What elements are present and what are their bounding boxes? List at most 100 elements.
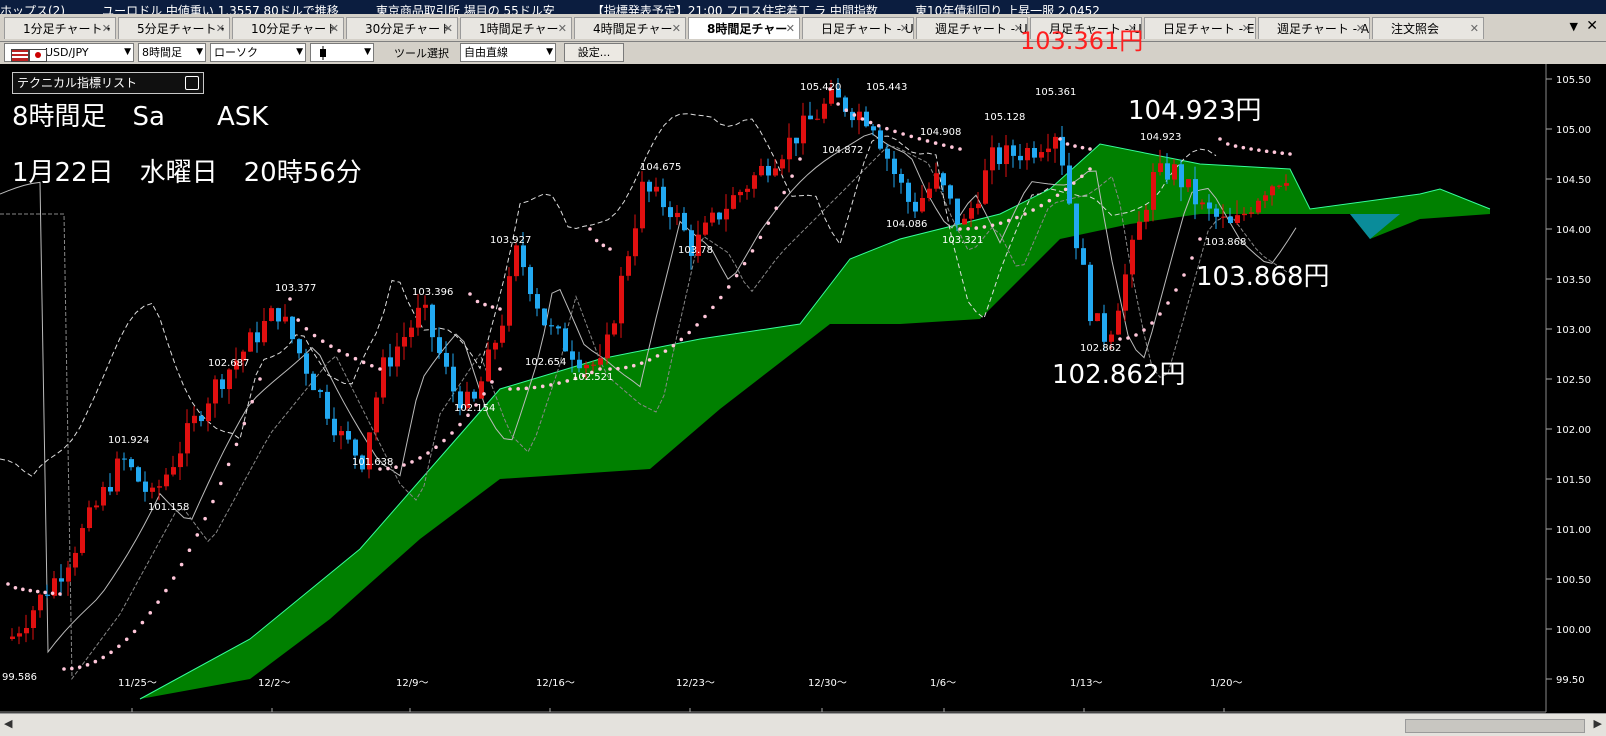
sar-dot bbox=[320, 339, 325, 344]
close-icon[interactable]: ✕ bbox=[216, 18, 225, 39]
candle-body bbox=[402, 337, 407, 347]
sar-dot bbox=[1241, 145, 1246, 150]
tab-8hour[interactable]: 8時間足チャー ✕ bbox=[688, 17, 800, 39]
tab-weekly-u[interactable]: 週足チャート - U ✕ bbox=[916, 17, 1028, 39]
candle-style-select[interactable]: ▼ bbox=[310, 43, 374, 62]
price-label: 101.924 bbox=[108, 435, 149, 446]
sar-dot bbox=[719, 295, 723, 300]
candle-body bbox=[1109, 334, 1114, 342]
candle-body bbox=[1018, 155, 1023, 161]
settings-button[interactable]: 設定... bbox=[564, 43, 624, 62]
ticker-item: ユーロドル 中値重い 1.3557 80ドルで推移 bbox=[102, 4, 339, 14]
close-icon[interactable]: ✕ bbox=[900, 18, 909, 39]
candle-body bbox=[206, 403, 211, 422]
sar-dot bbox=[1088, 147, 1092, 151]
sar-dot bbox=[933, 141, 938, 145]
price-label: 104.872 bbox=[822, 145, 863, 156]
candle-body bbox=[969, 208, 974, 219]
scroll-left-icon[interactable]: ◀ bbox=[4, 717, 12, 730]
close-icon[interactable]: ✕ bbox=[102, 18, 111, 39]
sar-dot bbox=[990, 223, 995, 228]
close-icon[interactable]: ✕ bbox=[1356, 18, 1365, 39]
sar-dot bbox=[925, 139, 930, 143]
sar-dot bbox=[909, 134, 914, 139]
candle-body bbox=[654, 186, 659, 192]
tab-1hour[interactable]: 1時間足チャー ✕ bbox=[460, 17, 572, 39]
ichimoku-cloud bbox=[139, 143, 1491, 700]
tab-10min[interactable]: 10分足チャート ✕ bbox=[232, 17, 344, 39]
tab-1min[interactable]: 1分足チャート・ ✕ bbox=[4, 17, 116, 39]
sar-dot bbox=[1039, 203, 1044, 208]
sar-dot bbox=[109, 650, 113, 655]
close-icon[interactable]: ✕ bbox=[330, 18, 339, 39]
close-window-icon[interactable]: ✕ bbox=[1586, 18, 1598, 34]
sar-dot bbox=[101, 655, 105, 660]
candle-body bbox=[108, 487, 113, 492]
chevron-down-icon: ▼ bbox=[124, 47, 131, 57]
chart-toolbar: USD/JPY ▼ 8時間足 ▼ ローソク ▼ ▼ ツール選択 自由直線 ▼ 設定..… bbox=[0, 42, 1606, 64]
currency-pair-select[interactable]: USD/JPY ▼ bbox=[4, 43, 134, 62]
sar-dot bbox=[132, 629, 137, 634]
chart-tabbar: 1分足チャート・ ✕ 5分足チャート・ ✕ 10分足チャート ✕ 30分足チャート ✕ … bbox=[0, 14, 1606, 42]
jp-flag-icon bbox=[29, 49, 47, 62]
sar-dot bbox=[164, 588, 168, 593]
sar-dot bbox=[288, 297, 292, 301]
close-icon[interactable]: ✕ bbox=[444, 18, 453, 39]
scroll-thumb[interactable] bbox=[1405, 719, 1585, 733]
sar-dot bbox=[1080, 174, 1084, 179]
candle-body bbox=[528, 267, 533, 295]
sar-dot bbox=[1174, 288, 1178, 292]
tab-5min[interactable]: 5分足チャート・ ✕ bbox=[118, 17, 230, 39]
sar-dot bbox=[490, 305, 495, 309]
tab-daily-u[interactable]: 日足チャート - U ✕ bbox=[802, 17, 914, 39]
sar-dot bbox=[532, 385, 537, 390]
candle-body bbox=[171, 467, 176, 475]
sar-dot bbox=[1190, 256, 1194, 260]
sar-dot bbox=[982, 225, 987, 229]
close-icon[interactable]: ✕ bbox=[558, 18, 567, 39]
x-tick-label: 12/2〜 bbox=[258, 678, 290, 689]
sar-dot bbox=[598, 367, 602, 371]
sar-dot bbox=[1272, 150, 1277, 155]
timeframe-select[interactable]: 8時間足 ▼ bbox=[138, 43, 206, 62]
scroll-right-icon[interactable]: ▶ bbox=[1594, 717, 1602, 730]
candle-body bbox=[885, 148, 890, 159]
price-label: 102.687 bbox=[208, 358, 249, 369]
sar-dot bbox=[695, 323, 699, 327]
tab-30min[interactable]: 30分足チャート ✕ bbox=[346, 17, 458, 39]
close-icon[interactable]: ✕ bbox=[672, 18, 681, 39]
sar-dot bbox=[540, 384, 545, 389]
candle-body bbox=[1200, 202, 1205, 205]
sar-dot bbox=[941, 143, 946, 147]
tab-4hour[interactable]: 4時間足チャー ✕ bbox=[574, 17, 686, 39]
candle-body bbox=[766, 165, 771, 176]
panel-toggle-icon[interactable] bbox=[185, 76, 199, 90]
tab-weekly-a[interactable]: 週足チャート - A ✕ bbox=[1258, 17, 1370, 39]
candle-body bbox=[962, 218, 967, 225]
candle-body bbox=[1151, 172, 1156, 210]
candle-body bbox=[703, 222, 708, 235]
sar-dot bbox=[1088, 167, 1092, 171]
sar-dot bbox=[631, 363, 636, 368]
drawing-tool-select[interactable]: 自由直線 ▼ bbox=[460, 43, 556, 62]
indicator-list-panel[interactable]: テクニカル指標リスト bbox=[12, 72, 204, 94]
sar-dot bbox=[43, 590, 47, 595]
chart-type-select[interactable]: ローソク ▼ bbox=[210, 43, 306, 62]
sar-dot bbox=[1280, 151, 1285, 155]
chart-scrollbar[interactable]: ◀ ▶ bbox=[0, 713, 1606, 736]
candle-body bbox=[73, 552, 78, 568]
sar-dot bbox=[508, 387, 512, 391]
close-icon[interactable]: ✕ bbox=[786, 18, 795, 39]
sar-dot bbox=[1126, 336, 1130, 340]
sar-dot bbox=[329, 344, 333, 348]
close-icon[interactable]: ✕ bbox=[1242, 18, 1251, 39]
candle-body bbox=[626, 256, 631, 276]
price-label: 104.086 bbox=[886, 219, 927, 230]
y-tick-label: 100.50 bbox=[1556, 575, 1591, 586]
sar-dot bbox=[498, 307, 502, 311]
tab-menu-arrow-icon[interactable]: ▼ bbox=[1570, 20, 1578, 33]
tab-order-inquiry[interactable]: 注文照会 ✕ bbox=[1372, 17, 1484, 39]
sar-dot bbox=[203, 516, 207, 521]
close-icon[interactable]: ✕ bbox=[1470, 18, 1479, 39]
tab-daily-e[interactable]: 日足チャート - E ✕ bbox=[1144, 17, 1256, 39]
